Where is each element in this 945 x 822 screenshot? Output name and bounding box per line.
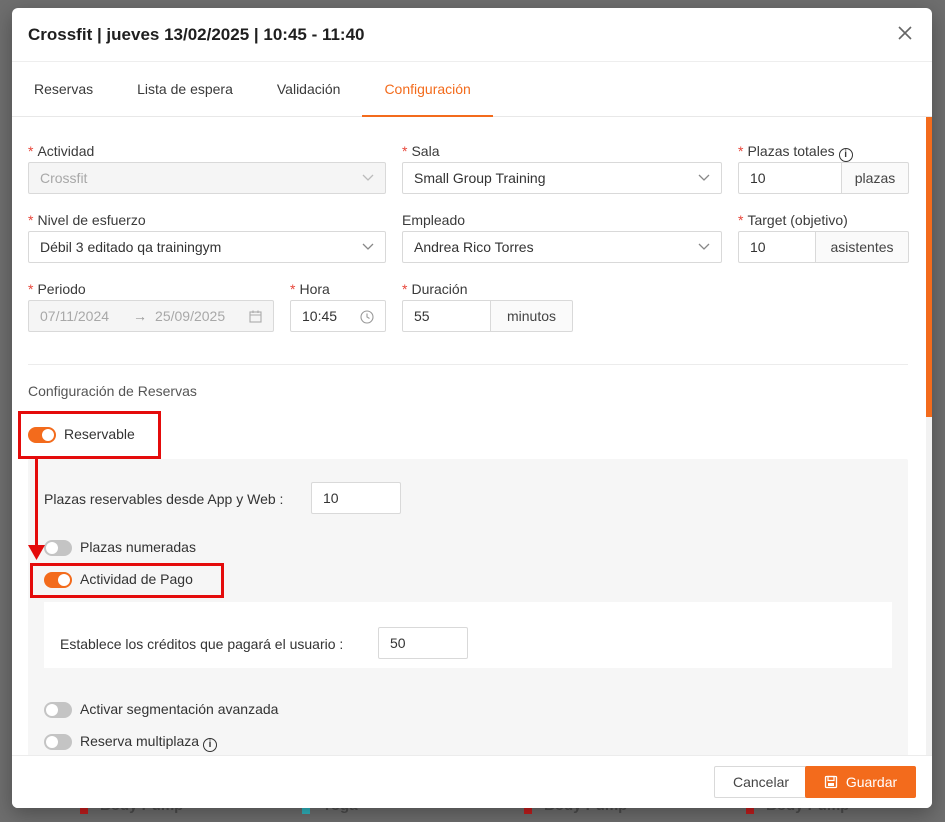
periodo-label-text: Periodo <box>37 281 86 297</box>
sala-select[interactable]: Small Group Training <box>402 162 722 194</box>
required-mark: * <box>290 281 296 297</box>
target-group: 10 asistentes <box>738 231 909 263</box>
save-icon <box>824 775 837 789</box>
annotation-highlight-pago <box>30 563 224 598</box>
label-colon: : <box>339 636 344 652</box>
save-label: Guardar <box>845 774 898 790</box>
empleado-label: Empleado <box>402 212 466 228</box>
required-mark: * <box>28 281 34 297</box>
annotation-highlight-reservable <box>18 411 161 459</box>
periodo-start: 07/11/2024 <box>40 308 110 324</box>
calendar-icon <box>249 310 262 323</box>
scrollbar-thumb[interactable] <box>926 117 932 417</box>
chevron-down-icon <box>698 243 710 250</box>
tab-bar: Reservas Lista de espera Validación Conf… <box>12 62 932 117</box>
info-icon[interactable]: i <box>203 738 218 752</box>
plazas-totales-label: * Plazas totales i <box>738 143 853 162</box>
clock-icon <box>360 310 374 324</box>
tab-configuracion[interactable]: Configuración <box>362 61 494 117</box>
creditos-text: Establece los créditos que pagará el usu… <box>60 636 336 652</box>
actividad-label-text: Actividad <box>37 143 95 159</box>
info-icon[interactable]: i <box>838 148 853 162</box>
creditos-panel <box>44 602 892 668</box>
required-mark: * <box>402 143 408 159</box>
duracion-label: * Duración <box>402 281 467 297</box>
close-icon <box>898 26 912 40</box>
chevron-down-icon <box>362 174 374 181</box>
creditos-label: Establece los créditos que pagará el usu… <box>60 636 343 652</box>
required-mark: * <box>738 212 744 228</box>
modal-footer: Cancelar Guardar <box>12 755 932 808</box>
asistentes-addon: asistentes <box>816 231 909 263</box>
plazas-reservables-input[interactable]: 10 <box>311 482 401 514</box>
hora-value: 10:45 <box>302 308 338 324</box>
multiplaza-text: Reserva multiplaza <box>80 733 200 749</box>
nivel-value: Débil 3 editado qa trainingym <box>40 239 222 255</box>
plazas-numeradas-label: Plazas numeradas <box>80 539 196 555</box>
segmentacion-label: Activar segmentación avanzada <box>80 701 279 717</box>
save-button[interactable]: Guardar <box>805 766 916 798</box>
minutos-addon: minutos <box>491 300 573 332</box>
chevron-down-icon <box>362 243 374 250</box>
nivel-select[interactable]: Débil 3 editado qa trainingym <box>28 231 386 263</box>
range-arrow-icon: → <box>133 308 148 324</box>
config-form: * Actividad Crossfit * Sala Small Group Tr… <box>12 117 932 755</box>
tab-lista-espera[interactable]: Lista de espera <box>137 61 255 116</box>
plazas-totales-group: 10 plazas <box>738 162 909 194</box>
required-mark: * <box>738 143 744 159</box>
target-label: * Target (objetivo) <box>738 212 848 228</box>
sala-label: * Sala <box>402 143 439 159</box>
plazas-reservables-text: Plazas reservables desde App y Web <box>44 491 276 507</box>
tab-reservas[interactable]: Reservas <box>34 61 115 116</box>
section-divider <box>28 364 908 365</box>
plazas-totales-label-text: Plazas totales <box>747 143 835 159</box>
creditos-input[interactable]: 50 <box>378 627 468 659</box>
cancel-button[interactable]: Cancelar <box>714 766 808 798</box>
periodo-range-picker: 07/11/2024 → 25/09/2025 <box>28 300 274 332</box>
hora-label-text: Hora <box>299 281 330 297</box>
required-mark: * <box>28 143 34 159</box>
empleado-select[interactable]: Andrea Rico Torres <box>402 231 722 263</box>
arrow-head-icon <box>28 545 45 560</box>
multiplaza-label: Reserva multiplaza i <box>80 733 218 752</box>
plazas-totales-input[interactable]: 10 <box>738 162 842 194</box>
nivel-label-text: Nivel de esfuerzo <box>37 212 146 228</box>
chevron-down-icon <box>698 174 710 181</box>
segmentacion-toggle[interactable] <box>44 702 72 718</box>
actividad-value: Crossfit <box>40 170 88 186</box>
label-colon: : <box>279 491 284 507</box>
tab-validacion[interactable]: Validación <box>277 61 363 116</box>
target-input[interactable]: 10 <box>738 231 816 263</box>
hora-picker[interactable]: 10:45 <box>290 300 386 332</box>
modal-header: Crossfit | jueves 13/02/2025 | 10:45 - 1… <box>12 8 932 62</box>
reservas-config-title: Configuración de Reservas <box>28 383 197 399</box>
activity-modal: Crossfit | jueves 13/02/2025 | 10:45 - 1… <box>12 8 932 808</box>
duracion-group: 55 minutos <box>402 300 573 332</box>
target-label-text: Target (objetivo) <box>747 212 848 228</box>
multiplaza-toggle[interactable] <box>44 734 72 750</box>
periodo-end: 25/09/2025 <box>155 308 226 324</box>
close-button[interactable] <box>896 24 916 44</box>
plazas-reservables-label: Plazas reservables desde App y Web : <box>44 491 283 507</box>
nivel-label: * Nivel de esfuerzo <box>28 212 146 228</box>
periodo-label: * Periodo <box>28 281 86 297</box>
plazas-addon: plazas <box>842 162 909 194</box>
duracion-input[interactable]: 55 <box>402 300 491 332</box>
plazas-numeradas-toggle[interactable] <box>44 540 72 556</box>
actividad-select: Crossfit <box>28 162 386 194</box>
required-mark: * <box>402 281 408 297</box>
empleado-value: Andrea Rico Torres <box>414 239 534 255</box>
required-mark: * <box>28 212 34 228</box>
sala-value: Small Group Training <box>414 170 546 186</box>
hora-label: * Hora <box>290 281 330 297</box>
duracion-label-text: Duración <box>411 281 468 297</box>
actividad-label: * Actividad <box>28 143 94 159</box>
sala-label-text: Sala <box>411 143 440 159</box>
annotation-arrow <box>35 459 38 549</box>
modal-title: Crossfit | jueves 13/02/2025 | 10:45 - 1… <box>28 24 365 44</box>
